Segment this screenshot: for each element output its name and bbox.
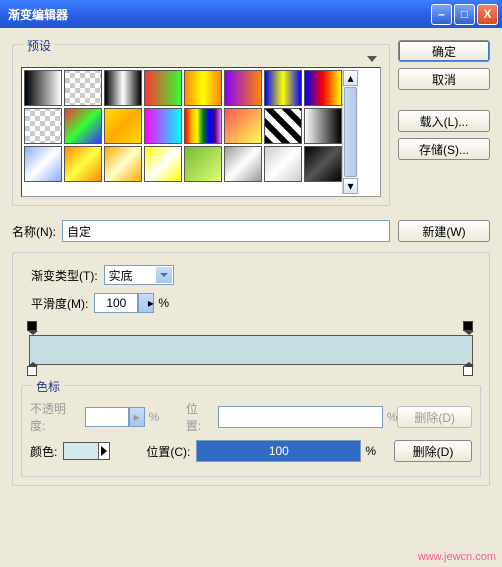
preset-swatch[interactable]	[144, 146, 182, 182]
preset-swatch[interactable]	[224, 146, 262, 182]
cancel-button[interactable]: 取消	[398, 68, 490, 90]
preset-swatch[interactable]	[304, 108, 342, 144]
scroll-up-icon[interactable]: ▴	[343, 70, 358, 86]
color-pos-input[interactable]	[196, 440, 361, 462]
scroll-down-icon[interactable]: ▾	[343, 178, 358, 194]
stops-fieldset: 色标 不透明度: ▸ % 位置: % 删除(D) 颜色:	[21, 385, 481, 477]
delete-opacity-stop-button: 删除(D)	[397, 406, 472, 428]
presets-menu-icon[interactable]	[367, 56, 377, 62]
opacity-stop-left[interactable]	[27, 321, 39, 335]
opacity-pos-input	[218, 406, 383, 428]
preset-swatch[interactable]	[24, 70, 62, 106]
preset-swatch[interactable]	[304, 146, 342, 182]
preset-swatch[interactable]	[264, 108, 302, 144]
opacity-stepper: ▸	[129, 407, 145, 427]
preset-scrollbar[interactable]: ▴ ▾	[342, 70, 358, 194]
color-pos-label: 位置(C):	[146, 443, 190, 460]
new-button[interactable]: 新建(W)	[398, 220, 490, 242]
preset-swatch[interactable]	[24, 146, 62, 182]
opacity-input	[85, 407, 129, 427]
maximize-button[interactable]: □	[454, 4, 475, 25]
presets-fieldset: 预设 ▴ ▾	[12, 44, 390, 206]
gradient-type-value: 实底	[109, 267, 133, 284]
opacity-pos-label: 位置:	[186, 400, 212, 434]
preset-swatch[interactable]	[184, 146, 222, 182]
load-button[interactable]: 载入(L)...	[398, 110, 490, 132]
preset-swatch[interactable]	[104, 108, 142, 144]
name-label: 名称(N):	[12, 223, 56, 240]
smoothness-stepper[interactable]: ▸	[138, 293, 154, 313]
chevron-down-icon	[156, 267, 172, 283]
close-button[interactable]: X	[477, 4, 498, 25]
preset-grid	[24, 70, 342, 194]
window-title: 渐变编辑器	[8, 6, 68, 23]
preset-swatch[interactable]	[104, 70, 142, 106]
percent-label: %	[158, 296, 169, 310]
opacity-stop-right[interactable]	[463, 321, 475, 335]
preset-swatch[interactable]	[264, 70, 302, 106]
preset-swatch[interactable]	[104, 146, 142, 182]
preset-swatch[interactable]	[264, 146, 302, 182]
color-label: 颜色:	[30, 443, 57, 460]
preset-swatch[interactable]	[144, 108, 182, 144]
gradient-settings-fieldset: 渐变类型(T): 实底 平滑度(M): ▸ % 色标 不透明度:	[12, 252, 490, 486]
preset-swatch[interactable]	[224, 70, 262, 106]
delete-color-stop-button[interactable]: 删除(D)	[394, 440, 472, 462]
preset-swatch[interactable]	[184, 70, 222, 106]
ok-button[interactable]: 确定	[398, 40, 490, 62]
smoothness-label: 平滑度(M):	[31, 295, 88, 312]
save-button[interactable]: 存储(S)...	[398, 138, 490, 160]
gradient-type-select[interactable]: 实底	[104, 265, 174, 285]
color-picker-arrow-icon[interactable]	[98, 442, 110, 460]
scroll-thumb[interactable]	[344, 87, 357, 177]
gradient-preview-bar[interactable]	[29, 335, 473, 365]
name-input[interactable]	[62, 220, 390, 242]
minimize-button[interactable]: –	[431, 4, 452, 25]
opacity-label: 不透明度:	[30, 400, 79, 434]
stops-legend: 色标	[32, 378, 64, 395]
smoothness-input[interactable]	[94, 293, 138, 313]
gradient-type-label: 渐变类型(T):	[31, 267, 98, 284]
preset-swatch[interactable]	[64, 70, 102, 106]
preset-swatch[interactable]	[184, 108, 222, 144]
color-stop-right[interactable]	[463, 366, 475, 380]
title-bar: 渐变编辑器 – □ X	[0, 0, 502, 28]
preset-swatch[interactable]	[144, 70, 182, 106]
preset-swatch[interactable]	[304, 70, 342, 106]
preset-swatch[interactable]	[224, 108, 262, 144]
gradient-bar-area	[21, 321, 481, 381]
presets-legend: 预设	[23, 37, 55, 54]
preset-swatch[interactable]	[24, 108, 62, 144]
preset-swatch[interactable]	[64, 108, 102, 144]
color-swatch[interactable]	[63, 442, 99, 460]
preset-swatch[interactable]	[64, 146, 102, 182]
watermark: www.jewcn.com	[418, 551, 496, 563]
